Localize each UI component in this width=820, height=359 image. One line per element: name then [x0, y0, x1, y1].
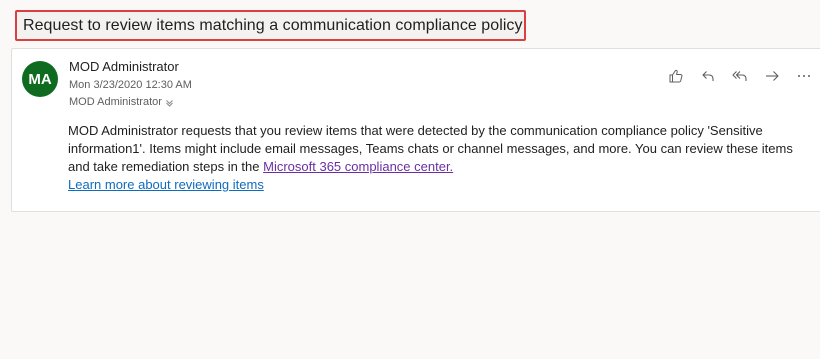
like-icon [668, 68, 684, 84]
recipient-row[interactable]: MOD Administrator [69, 96, 174, 108]
compliance-center-link[interactable]: Microsoft 365 compliance center. [263, 159, 453, 174]
more-icon [796, 68, 812, 84]
reading-pane: Request to review items matching a commu… [0, 0, 820, 359]
message-actions [660, 65, 820, 87]
forward-button[interactable] [756, 65, 788, 87]
reply-all-button[interactable] [724, 65, 756, 87]
forward-icon [764, 68, 780, 84]
recipient-name[interactable]: MOD Administrator [69, 96, 162, 108]
reply-all-icon [731, 68, 749, 84]
sender-name[interactable]: MOD Administrator [69, 59, 179, 74]
chevron-down-icon[interactable] [165, 98, 174, 107]
message-card: MA MOD Administrator Mon 3/23/2020 12:30… [11, 48, 820, 212]
message-body: MOD Administrator requests that you revi… [68, 122, 816, 194]
reply-button[interactable] [692, 65, 724, 87]
sent-date: Mon 3/23/2020 12:30 AM [69, 79, 192, 91]
like-button[interactable] [660, 65, 692, 87]
learn-more-link[interactable]: Learn more about reviewing items [68, 177, 264, 192]
reply-icon [700, 68, 716, 84]
avatar[interactable]: MA [22, 61, 58, 97]
more-options-button[interactable] [788, 65, 820, 87]
subject-title: Request to review items matching a commu… [23, 16, 523, 34]
subject-header: Request to review items matching a commu… [15, 10, 526, 41]
